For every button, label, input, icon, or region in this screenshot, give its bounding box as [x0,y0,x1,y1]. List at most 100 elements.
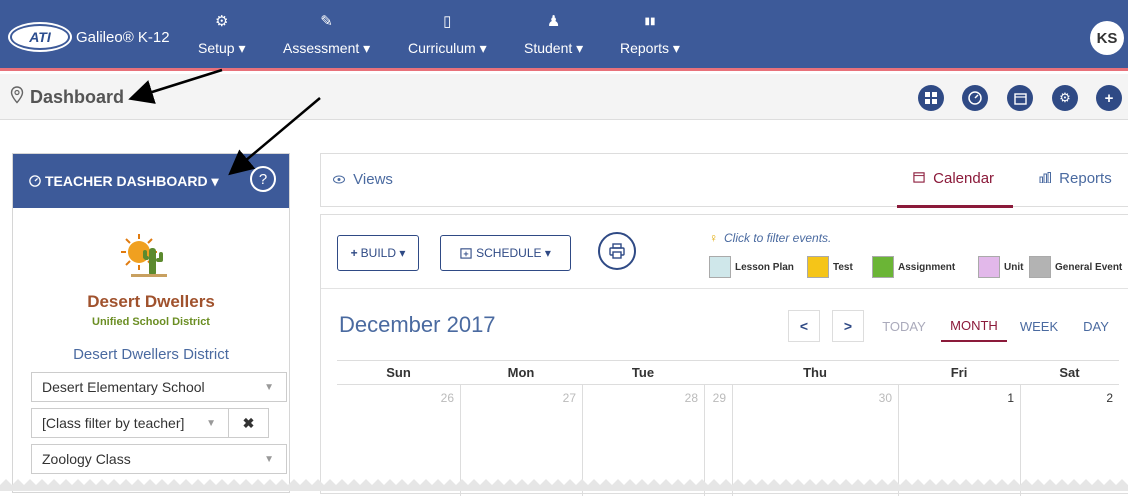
nav-curriculum[interactable]: ▯ Curriculum ▾ [408,12,487,57]
legend-label: Assignment [898,261,956,273]
help-icon[interactable]: ? [250,166,276,192]
date-number: 27 [562,391,576,405]
nav-student[interactable]: ♟ Student ▾ [524,12,583,57]
class-select[interactable]: Zoology Class ▼ [31,444,287,474]
class-select-value: Zoology Class [42,451,131,467]
ati-logo: ATI [10,24,70,50]
legend-test[interactable]: Test [807,256,853,278]
student-icon: ♟ [546,13,561,30]
chevron-down-icon: ▼ [264,381,274,393]
gauge-icon [29,175,41,187]
nav-setup[interactable]: ⚙ Setup ▾ [198,12,246,57]
edit-icon: ✎ [320,13,333,30]
day-header-thu: Thu [732,361,898,385]
day-header-wed [704,361,732,385]
tab-calendar[interactable]: Calendar [913,170,994,187]
breadcrumb-bar: Dashboard ⚙ + [0,74,1128,120]
class-filter-value: [Class filter by teacher] [42,415,185,431]
grid-button[interactable] [918,85,944,111]
schedule-button-label: SCHEDULE ▾ [476,246,551,260]
day-view-button[interactable]: DAY [1073,310,1119,342]
day-header-mon: Mon [460,361,582,385]
add-button[interactable]: + [1096,85,1122,111]
brand[interactable]: ATI Galileo® K-12 [10,24,170,50]
calendar-button[interactable] [1007,85,1033,111]
school-select[interactable]: Desert Elementary School ▼ [31,372,287,402]
legend-label: Unit [1004,261,1024,273]
nav-assessment-label: Assessment ▾ [283,40,371,56]
filter-hint-text: Click to filter events. [724,231,832,245]
build-button[interactable]: + BUILD ▾ [337,235,419,271]
prev-month-button[interactable]: < [788,310,820,342]
chevron-down-icon: ▼ [264,453,274,465]
divider [321,288,1128,289]
legend-lesson-plan[interactable]: Lesson Plan [709,256,794,278]
tab-reports[interactable]: Reports [1039,170,1112,187]
user-avatar[interactable]: KS [1090,21,1124,55]
legend-general-event[interactable]: General Event [1029,256,1122,278]
date-number: 29 [712,391,726,405]
settings-button[interactable]: ⚙ [1052,85,1078,111]
bar-chart-icon [1039,172,1051,184]
chevron-left-icon: < [799,318,809,334]
location-pin-icon [10,86,24,109]
chevron-down-icon: ▼ [206,417,216,429]
eye-icon [333,175,345,184]
next-month-button[interactable]: > [832,310,864,342]
legend-swatch [807,256,829,278]
views-toggle[interactable]: Views [333,171,393,188]
clear-filter-button[interactable]: ✖ [228,408,269,438]
class-filter-select[interactable]: [Class filter by teacher] ▼ [31,408,229,438]
today-button[interactable]: TODAY [874,310,934,342]
day-header-sun: Sun [337,361,460,385]
nav-curriculum-label: Curriculum ▾ [408,40,487,56]
week-view-button[interactable]: WEEK [1015,310,1063,342]
nav-reports-label: Reports ▾ [620,40,680,56]
print-button[interactable] [598,232,636,270]
date-number: 26 [440,391,454,405]
date-number: 2 [1106,391,1113,405]
teacher-dashboard-title: TEACHER DASHBOARD ▾ [45,172,219,189]
month-view-button[interactable]: MONTH [941,310,1007,342]
app-title: Galileo® K-12 [76,28,170,46]
gauge-icon [968,91,982,105]
book-icon: ▯ [443,13,452,30]
nav-student-label: Student ▾ [524,40,584,56]
month-title: December 2017 [339,312,496,337]
calendar-plus-icon [460,248,472,259]
top-navbar: ATI Galileo® K-12 ⚙ Setup ▾ ✎ Assessment… [0,0,1128,71]
active-tab-indicator [897,205,1013,208]
filter-hint: ♀ Click to filter events. [709,231,831,245]
tab-calendar-label: Calendar [933,170,995,187]
district-logo-subtitle: Unified School District [92,316,210,328]
date-number: 28 [684,391,698,405]
views-bar: Views Calendar Reports [320,153,1128,208]
calendar-panel: + BUILD ▾ SCHEDULE ▾ ♀ Click to filter ev… [320,214,1128,496]
views-label: Views [353,171,393,188]
grid-icon [925,92,937,104]
schedule-button[interactable]: SCHEDULE ▾ [440,235,571,271]
legend-label: General Event [1055,261,1123,273]
page-title: Dashboard [30,87,125,107]
gear-icon: ⚙ [1059,90,1071,105]
breadcrumb: Dashboard [10,86,124,109]
teacher-dashboard-header[interactable]: TEACHER DASHBOARD ▾ ? [13,154,289,208]
torn-edge [0,479,1128,491]
nav-assessment[interactable]: ✎ Assessment ▾ [283,12,370,57]
printer-icon [609,243,625,259]
teacher-dashboard-panel: TEACHER DASHBOARD ▾ ? Desert Dwellers Un… [12,153,290,493]
legend-label: Lesson Plan [735,261,794,273]
gear-icon: ⚙ [215,13,229,30]
build-button-label: BUILD ▾ [360,246,406,260]
nav-reports[interactable]: ▮▮ Reports ▾ [620,12,680,57]
school-select-value: Desert Elementary School [42,379,205,395]
legend-assignment[interactable]: Assignment [872,256,955,278]
calendar-icon [1013,92,1027,105]
legend-label: Test [833,261,853,273]
gauge-button[interactable] [962,85,988,111]
day-header-sat: Sat [1020,361,1119,385]
legend-swatch [1029,256,1051,278]
day-header-fri: Fri [898,361,1020,385]
calendar-grid: Sun Mon Tue Thu Fri Sat 26 27 28 29 30 1… [337,360,1119,496]
legend-unit[interactable]: Unit [978,256,1023,278]
